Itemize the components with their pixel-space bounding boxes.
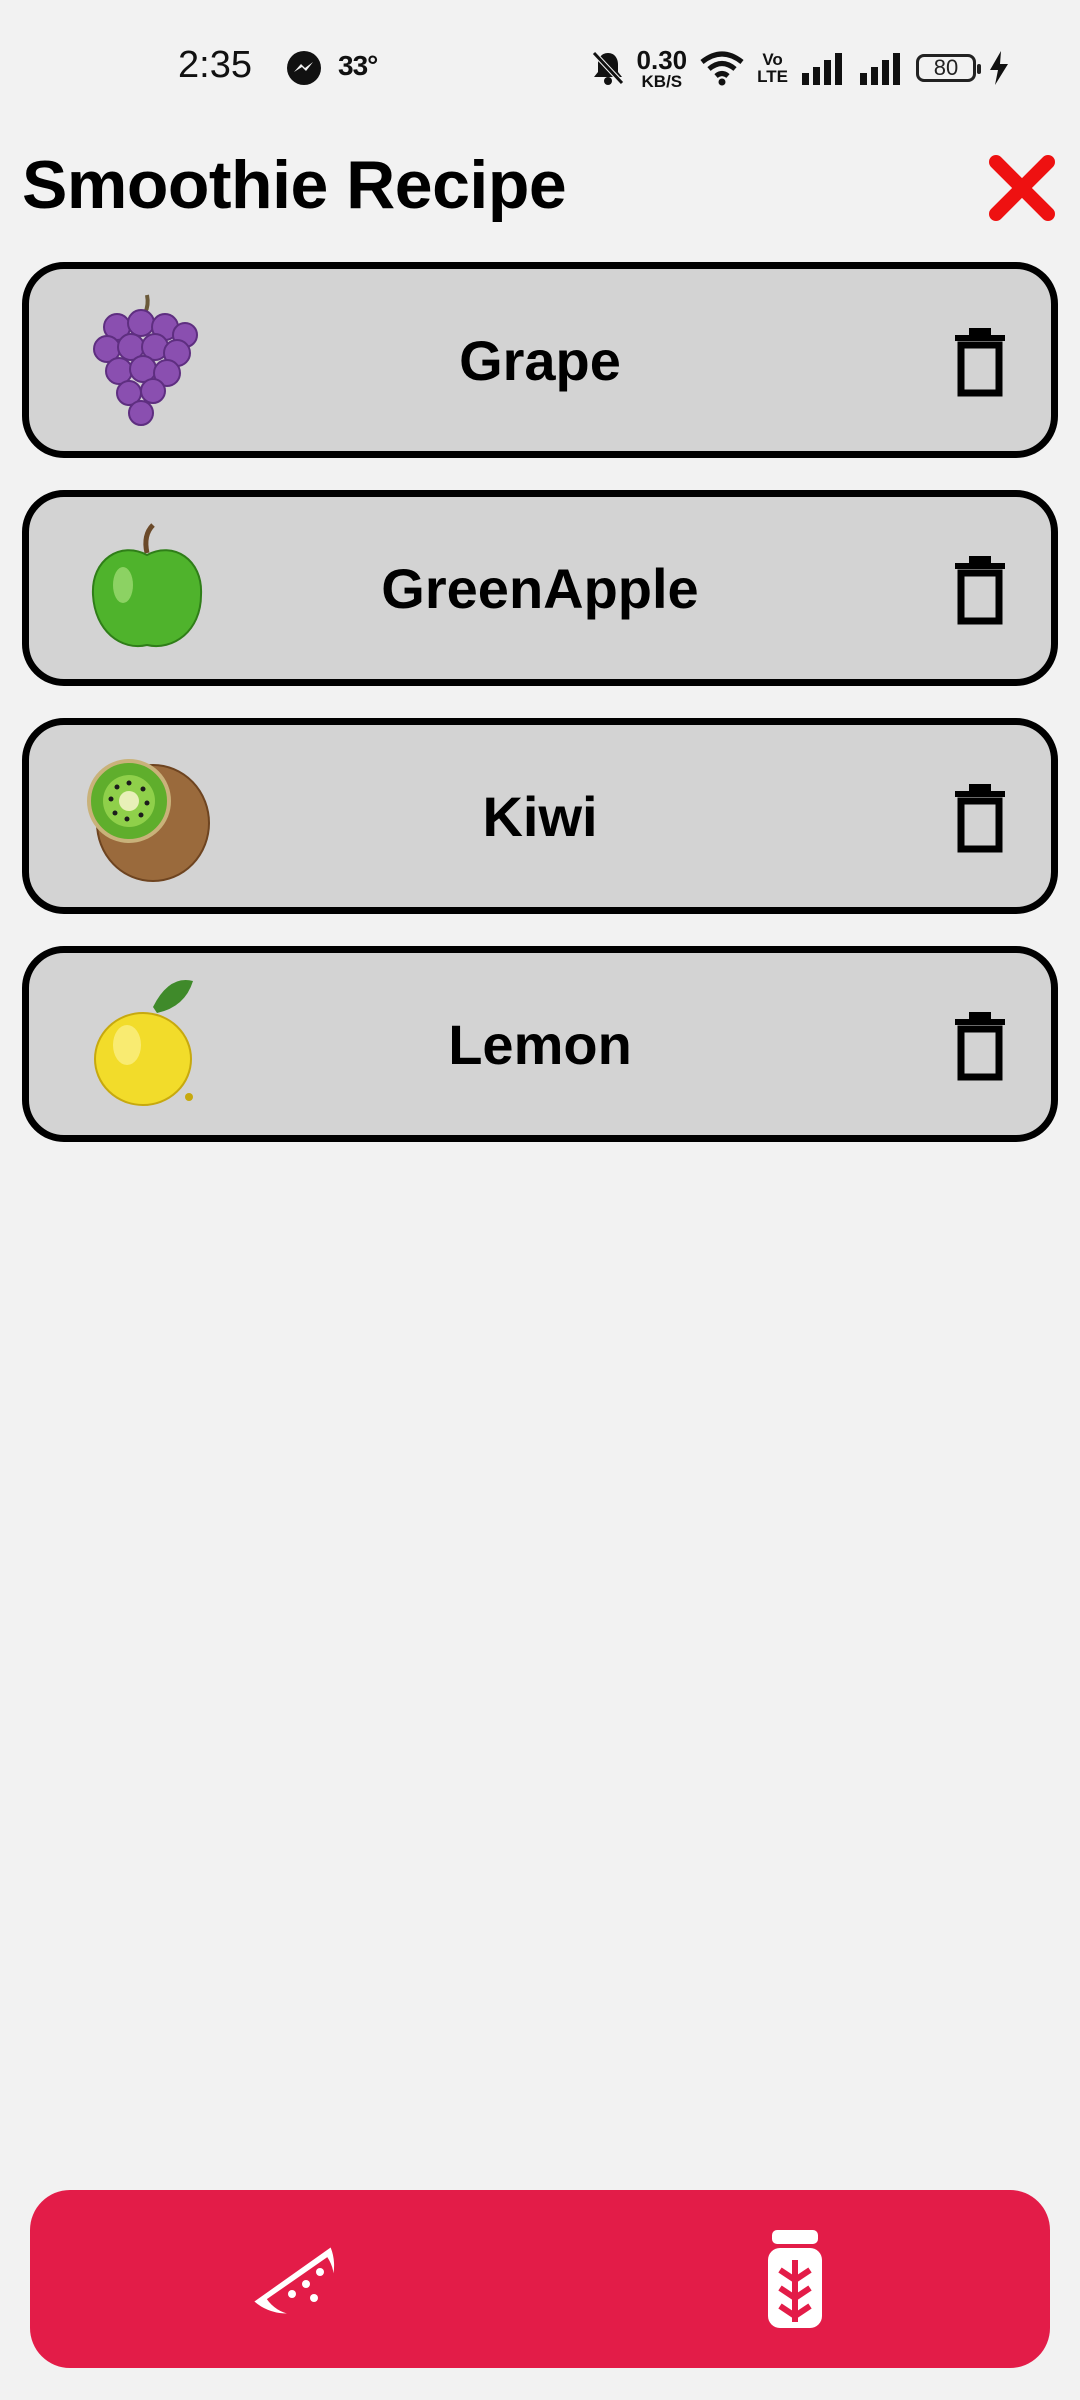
wifi-icon: [700, 51, 744, 86]
ingredient-card-kiwi[interactable]: Kiwi: [22, 718, 1058, 914]
signal-icon-1: [802, 53, 842, 85]
status-temperature: 33°: [338, 50, 378, 81]
ingredient-card-lemon[interactable]: Lemon: [22, 946, 1058, 1142]
ingredient-name: Kiwi: [482, 784, 598, 848]
ingredient-name: Grape: [459, 328, 621, 392]
trash-icon[interactable]: [953, 327, 1007, 397]
watermelon-icon[interactable]: [248, 2224, 358, 2334]
ingredient-name: GreenApple: [381, 556, 699, 620]
status-bar: 2:35 33° 0.30 KB/S Vo LTE 80: [0, 0, 1080, 130]
mute-bell-icon: [591, 51, 624, 85]
volte-label: Vo LTE: [757, 50, 788, 86]
battery-icon: 80: [916, 54, 981, 82]
close-icon[interactable]: [988, 154, 1056, 222]
signal-icon-2: [860, 53, 900, 85]
charging-icon: [990, 51, 1008, 85]
status-time: 2:35: [178, 44, 252, 86]
bottom-nav: [30, 2190, 1050, 2368]
ingredient-card-grape[interactable]: Grape: [22, 262, 1058, 458]
trash-icon[interactable]: [953, 1011, 1007, 1081]
status-icons: 0.30 KB/S Vo LTE 80: [591, 46, 1010, 90]
page-title: Smoothie Recipe: [22, 147, 567, 223]
network-speed-unit: KB/S: [641, 71, 683, 91]
ingredient-card-greenapple[interactable]: GreenApple: [22, 490, 1058, 686]
ingredient-name: Lemon: [448, 1012, 632, 1076]
trash-icon[interactable]: [953, 555, 1007, 625]
battery-level: 80: [933, 55, 959, 80]
trash-icon[interactable]: [953, 783, 1007, 853]
network-speed: 0.30 KB/S: [637, 47, 688, 90]
smoothie-jar-icon[interactable]: [740, 2224, 850, 2334]
ingredient-list: Grape GreenApple Kiwi Lemon: [22, 262, 1058, 1174]
messenger-icon: [287, 51, 321, 85]
network-speed-value: 0.30: [636, 44, 688, 75]
